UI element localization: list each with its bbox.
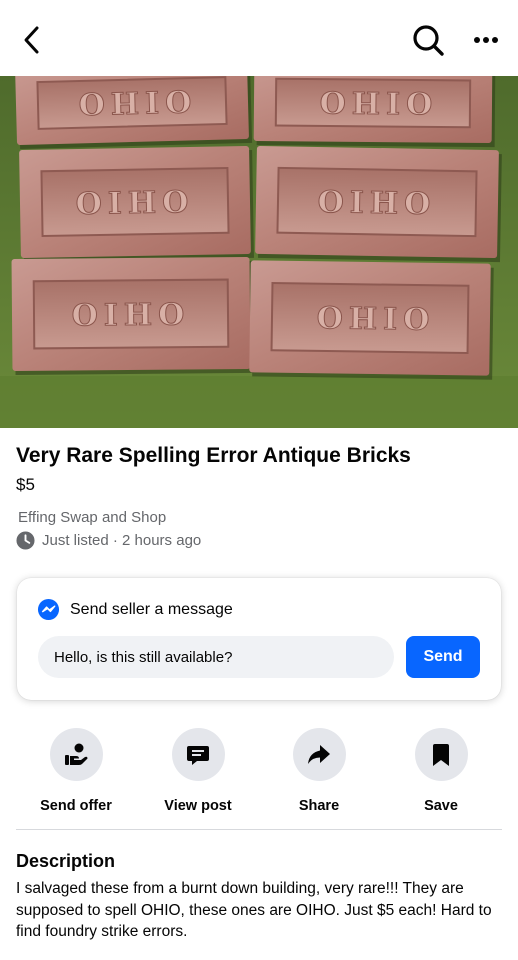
save-label: Save bbox=[424, 798, 458, 814]
share-label: Share bbox=[298, 798, 340, 814]
listed-time-text: Just listed · 2 hours ago bbox=[42, 531, 202, 549]
bookmark-icon bbox=[433, 743, 449, 766]
top-nav-bar bbox=[0, 0, 518, 76]
share-arrow-icon bbox=[308, 744, 330, 764]
comment-post-icon bbox=[187, 745, 209, 765]
more-horizontal-icon bbox=[474, 37, 498, 43]
clock-icon bbox=[16, 530, 35, 550]
listing-price: $5 bbox=[16, 475, 35, 494]
chevron-left-icon bbox=[24, 26, 39, 54]
message-seller-card: Send seller a message Hello, is this sti… bbox=[17, 578, 501, 700]
save-circle bbox=[414, 728, 468, 781]
listing-photo[interactable]: OIHO OIHO OIHO OIHO OIHO OIHO bbox=[0, 76, 518, 428]
bricks-image: OIHO OIHO OIHO OIHO OIHO OIHO bbox=[0, 76, 518, 428]
share-button[interactable]: Share bbox=[264, 728, 374, 814]
brick: OIHO bbox=[255, 145, 502, 263]
brick: OIHO bbox=[253, 76, 496, 148]
search-icon bbox=[413, 25, 444, 56]
view-post-button[interactable]: View post bbox=[143, 728, 253, 814]
brick-stamp-text: OIHO bbox=[72, 297, 191, 333]
brick: OIHO bbox=[249, 260, 494, 380]
more-options-button[interactable] bbox=[466, 22, 506, 58]
view-post-label: View post bbox=[164, 798, 232, 814]
brick: OIHO bbox=[15, 76, 253, 149]
brick-stamp-text: OIHO bbox=[75, 185, 194, 222]
message-card-heading: Send seller a message bbox=[70, 600, 233, 618]
messenger-icon bbox=[37, 598, 60, 621]
action-buttons-row: Send offer View post Share Save bbox=[0, 728, 518, 818]
send-offer-label: Send offer bbox=[40, 798, 112, 814]
brick: OIHO bbox=[11, 256, 254, 376]
search-button[interactable] bbox=[408, 20, 448, 60]
description-text: I salvaged these from a burnt down build… bbox=[16, 880, 492, 940]
brick-stamp-text: OIHO bbox=[314, 83, 433, 119]
listed-time: Just listed · 2 hours ago bbox=[16, 530, 201, 550]
brick-stamp-text: OIHO bbox=[310, 298, 429, 335]
description-heading: Description bbox=[16, 851, 116, 871]
share-circle bbox=[292, 728, 346, 781]
listing-title: Very Rare Spelling Error Antique Bricks bbox=[16, 444, 411, 467]
back-button[interactable] bbox=[14, 22, 50, 58]
message-input[interactable]: Hello, is this still available? bbox=[38, 636, 394, 678]
brick-stamp-text: OIHO bbox=[317, 185, 436, 222]
send-offer-circle bbox=[49, 728, 103, 781]
message-card-header: Send seller a message bbox=[37, 598, 233, 621]
brick-stamp-text: OIHO bbox=[72, 82, 192, 120]
save-button[interactable]: Save bbox=[386, 728, 496, 814]
view-post-circle bbox=[171, 728, 225, 781]
divider bbox=[16, 829, 502, 830]
seller-group-link[interactable]: Effing Swap and Shop bbox=[18, 509, 166, 526]
brick: OIHO bbox=[19, 146, 254, 262]
send-button[interactable]: Send bbox=[406, 636, 480, 678]
hand-offer-icon bbox=[65, 743, 88, 765]
send-offer-button[interactable]: Send offer bbox=[21, 728, 131, 814]
